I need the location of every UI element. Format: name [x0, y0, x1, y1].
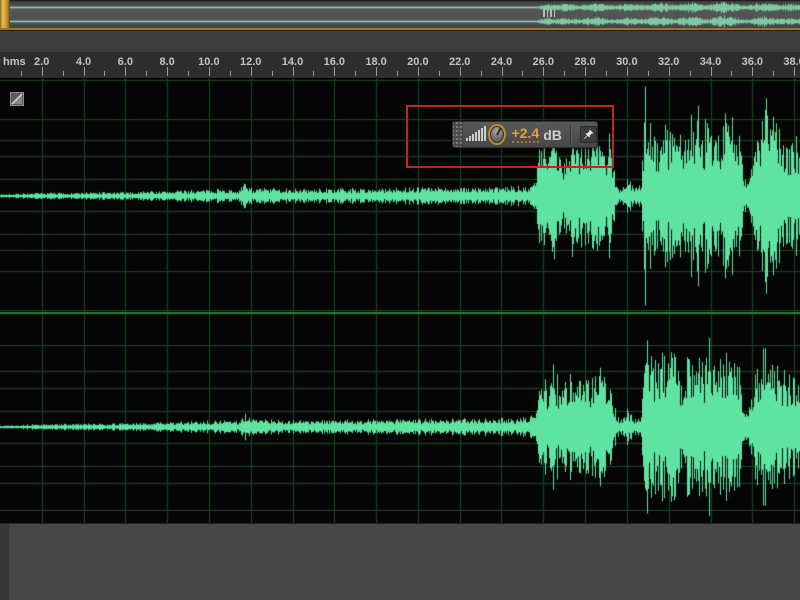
ruler-major-tick	[752, 67, 753, 76]
ruler-major-tick	[418, 67, 419, 76]
ruler-major-tick	[84, 67, 85, 76]
ruler-label: 38.0	[783, 56, 800, 68]
bottom-panel-edge	[0, 524, 9, 600]
ruler-major-tick	[293, 67, 294, 76]
timeline-ruler[interactable]: hms 2.04.06.08.010.012.014.016.018.020.0…	[0, 52, 800, 78]
ruler-minor-tick	[773, 71, 774, 76]
overview-navigator[interactable]	[0, 0, 800, 31]
grip-icon[interactable]	[543, 9, 558, 17]
ruler-major-tick	[167, 67, 168, 76]
diagonal-square-icon[interactable]	[10, 92, 24, 106]
ruler-major-tick	[125, 67, 126, 76]
ruler-major-tick	[669, 67, 670, 76]
ruler-minor-tick	[313, 71, 314, 76]
ruler-major-tick	[460, 67, 461, 76]
ruler-major-tick	[711, 67, 712, 76]
ruler-major-tick	[585, 67, 586, 76]
ruler-minor-tick	[272, 71, 273, 76]
ruler-minor-tick	[397, 71, 398, 76]
range-handle[interactable]	[0, 0, 10, 29]
ruler-minor-tick	[230, 71, 231, 76]
annotation-rectangle	[406, 105, 614, 168]
ruler-minor-tick	[355, 71, 356, 76]
ruler-major-tick	[42, 67, 43, 76]
ruler-minor-tick	[104, 71, 105, 76]
ruler-major-tick	[251, 67, 252, 76]
ruler-minor-tick	[63, 71, 64, 76]
ruler-minor-tick	[522, 71, 523, 76]
time-unit-label: hms	[3, 56, 26, 68]
ruler-minor-tick	[648, 71, 649, 76]
overview-canvas[interactable]	[0, 0, 800, 31]
ruler-minor-tick	[481, 71, 482, 76]
bottom-panel	[0, 523, 800, 600]
ruler-major-tick	[334, 67, 335, 76]
ruler-major-tick	[376, 67, 377, 76]
ruler-minor-tick	[146, 71, 147, 76]
audio-editor-window: hms 2.04.06.08.010.012.014.016.018.020.0…	[0, 0, 800, 600]
ruler-minor-tick	[690, 71, 691, 76]
waveform-display[interactable]: +2.4 dB	[0, 78, 800, 523]
ruler-major-tick	[502, 67, 503, 76]
ruler-major-tick	[794, 67, 795, 76]
ruler-minor-tick	[439, 71, 440, 76]
ruler-minor-tick	[606, 71, 607, 76]
ruler-minor-tick	[21, 71, 22, 76]
ruler-major-tick	[209, 67, 210, 76]
ruler-minor-tick	[188, 71, 189, 76]
ruler-minor-tick	[564, 71, 565, 76]
toolbar-gap-band	[0, 31, 800, 52]
ruler-major-tick	[627, 67, 628, 76]
ruler-minor-tick	[731, 71, 732, 76]
ruler-major-tick	[543, 67, 544, 76]
waveform-canvas[interactable]	[0, 78, 800, 523]
